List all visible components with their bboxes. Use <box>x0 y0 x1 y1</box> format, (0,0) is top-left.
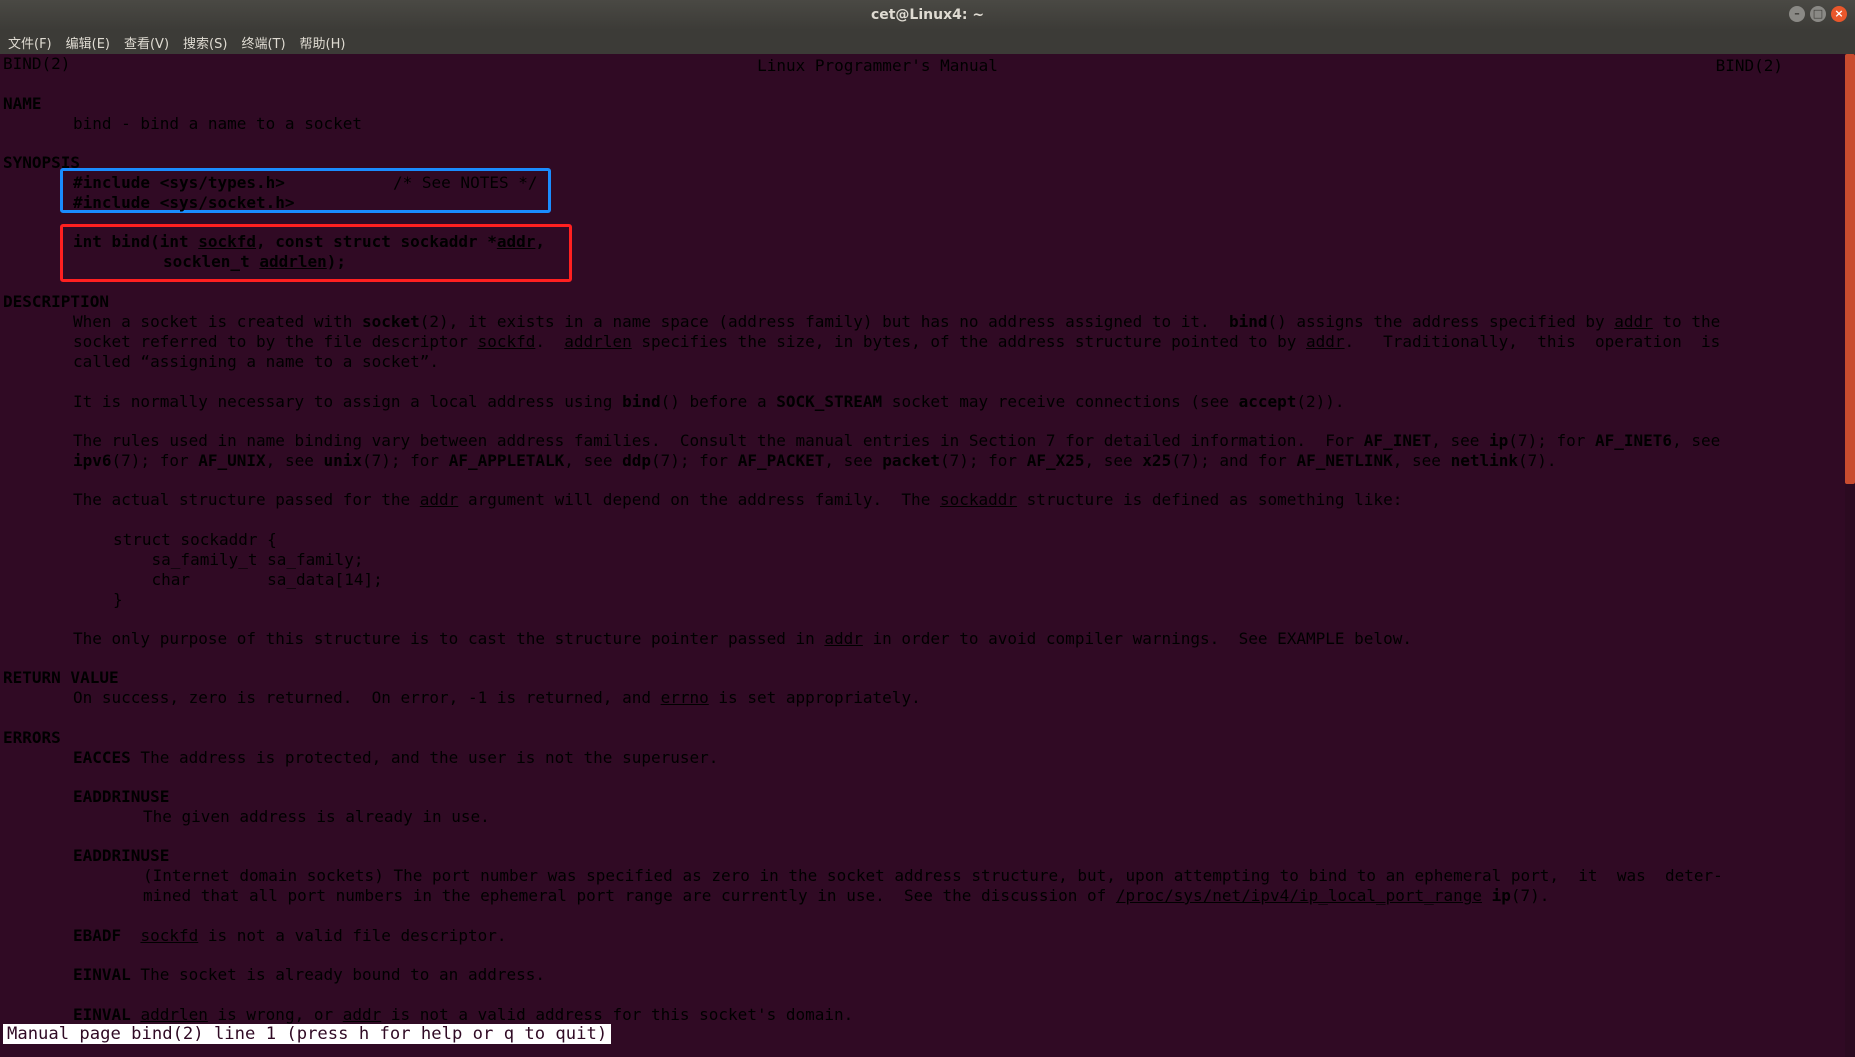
section-return-heading: RETURN VALUE <box>3 668 119 687</box>
menu-view[interactable]: 查看(V) <box>124 33 169 52</box>
error-eaddrinuse-1-text: The given address is already in use. <box>143 807 490 826</box>
code-line-4: } <box>113 590 123 609</box>
error-ebadf: EBADF sockfd is not a valid file descrip… <box>73 926 507 945</box>
minimize-icon[interactable]: – <box>1789 6 1805 22</box>
include-types: #include <sys/types.h> <box>73 173 285 192</box>
man-header-right: BIND(2) <box>1715 56 1783 75</box>
error-eaddrinuse-2-name: EADDRINUSE <box>73 846 170 865</box>
menu-terminal[interactable]: 终端(T) <box>241 33 285 52</box>
window-controls: – □ × <box>1789 6 1847 22</box>
desc-p5: The only purpose of this structure is to… <box>73 629 1412 648</box>
scrollbar-thumb[interactable] <box>1845 54 1855 484</box>
desc-p4: The actual structure passed for the addr… <box>73 490 1403 509</box>
close-icon[interactable]: × <box>1831 6 1847 22</box>
menu-search[interactable]: 搜索(S) <box>183 33 227 52</box>
window-title: cet@Linux4: ~ <box>870 7 985 23</box>
signature-line-2: socklen_t addrlen); <box>163 252 347 271</box>
desc-p1-line2: socket referred to by the file descripto… <box>73 332 1721 351</box>
section-description-heading: DESCRIPTION <box>3 292 109 311</box>
error-einval-2: EINVAL addrlen is wrong, or addr is not … <box>73 1005 854 1024</box>
error-eacces: EACCES The address is protected, and the… <box>73 748 719 767</box>
error-eaddrinuse-2-line2: mined that all port numbers in the ephem… <box>143 886 1550 905</box>
code-line-1: struct sockaddr { <box>113 530 277 549</box>
maximize-icon[interactable]: □ <box>1810 6 1826 22</box>
menu-file[interactable]: 文件(F) <box>8 33 52 52</box>
window-titlebar: cet@Linux4: ~ – □ × <box>0 0 1855 30</box>
menu-help[interactable]: 帮助(H) <box>300 33 346 52</box>
section-name-heading: NAME <box>3 94 42 113</box>
error-eaddrinuse-2-line1: (Internet domain sockets) The port numbe… <box>143 866 1723 885</box>
menu-edit[interactable]: 编辑(E) <box>66 33 110 52</box>
return-text: On success, zero is returned. On error, … <box>73 688 921 707</box>
desc-p2: It is normally necessary to assign a loc… <box>73 392 1345 411</box>
desc-p3-line2: ipv6(7); for AF_UNIX, see unix(7); for A… <box>73 451 1557 470</box>
signature-line-1: int bind(int sockfd, const struct sockad… <box>73 232 546 251</box>
menubar: 文件(F) 编辑(E) 查看(V) 搜索(S) 终端(T) 帮助(H) <box>0 30 1855 54</box>
error-eaddrinuse-1-name: EADDRINUSE <box>73 787 170 806</box>
code-line-3: char sa_data[14]; <box>113 570 383 589</box>
pager-status-line: Manual page bind(2) line 1 (press h for … <box>3 1024 612 1044</box>
man-header-center: Linux Programmer's Manual <box>757 56 998 75</box>
code-line-2: sa_family_t sa_family; <box>113 550 364 569</box>
section-errors-heading: ERRORS <box>3 728 61 747</box>
desc-p1-line1: When a socket is created with socket(2),… <box>73 312 1721 331</box>
desc-p1-line3: called “assigning a name to a socket”. <box>73 352 440 371</box>
include-comment: /* See NOTES */ <box>393 173 538 192</box>
name-text: bind - bind a name to a socket <box>73 114 362 133</box>
error-einval-1: EINVAL The socket is already bound to an… <box>73 965 546 984</box>
include-socket: #include <sys/socket.h> <box>73 193 295 212</box>
desc-p3-line1: The rules used in name binding vary betw… <box>73 431 1721 450</box>
